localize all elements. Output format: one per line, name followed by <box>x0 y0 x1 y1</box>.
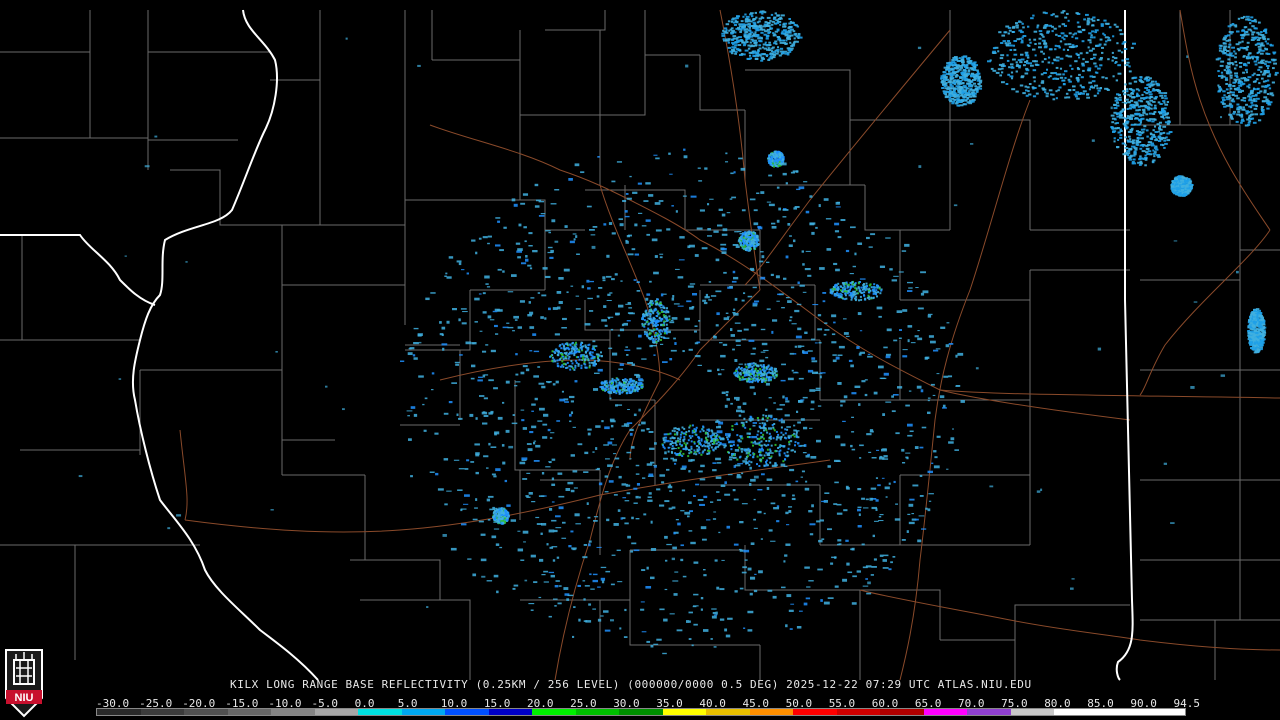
colorbar-segment <box>1141 709 1185 715</box>
colorbar-segment <box>1097 709 1142 715</box>
colorbar-segment <box>271 709 315 715</box>
colorbar-segment <box>793 709 837 715</box>
colorbar-segment <box>575 709 620 715</box>
niu-logo: NIU <box>5 649 43 718</box>
logo-text: NIU <box>15 692 34 704</box>
colorbar-segment <box>445 709 489 715</box>
product-caption: KILX LONG RANGE BASE REFLECTIVITY (0.25K… <box>230 678 1032 691</box>
colorbar-segment <box>488 709 533 715</box>
reflectivity-echoes <box>78 10 1279 655</box>
county-boundaries <box>0 10 1280 680</box>
colorbar-segment <box>1010 709 1055 715</box>
colorbar-segment <box>401 709 446 715</box>
colorbar-segment <box>880 709 924 715</box>
colorbar-segment <box>227 709 272 715</box>
colorbar-segment <box>532 709 576 715</box>
reflectivity-colorbar <box>96 708 1186 716</box>
colorbar-segment <box>923 709 968 715</box>
colorbar-segment <box>358 709 402 715</box>
colorbar-segment <box>140 709 185 715</box>
colorbar-segment <box>662 709 707 715</box>
colorbar-segment <box>706 709 750 715</box>
colorbar-segment <box>97 709 141 715</box>
colorbar-segment <box>619 709 663 715</box>
colorbar-segment <box>749 709 794 715</box>
colorbar-segment <box>184 709 228 715</box>
colorbar-segment <box>314 709 359 715</box>
radar-map <box>0 9 1280 681</box>
colorbar-segment <box>967 709 1011 715</box>
colorbar-segment <box>836 709 881 715</box>
colorbar-segment <box>1054 709 1098 715</box>
